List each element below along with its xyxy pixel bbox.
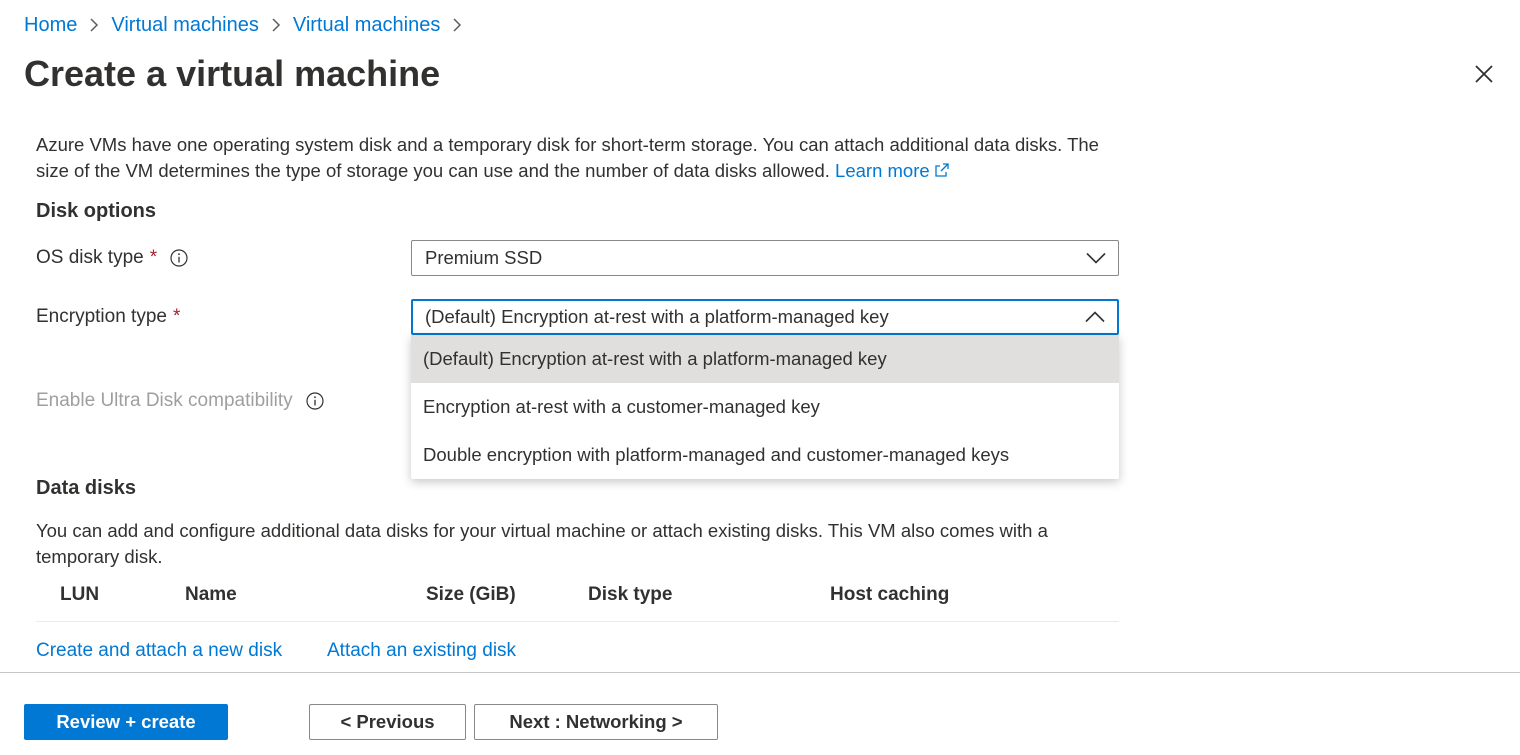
next-networking-button[interactable]: Next : Networking > bbox=[474, 704, 718, 740]
os-disk-type-label: OS disk type * bbox=[36, 247, 189, 269]
breadcrumb: Home Virtual machines Virtual machines bbox=[24, 12, 474, 38]
info-icon[interactable] bbox=[169, 248, 189, 268]
chevron-down-icon bbox=[1086, 252, 1106, 264]
attach-existing-disk-link[interactable]: Attach an existing disk bbox=[327, 640, 516, 662]
required-marker: * bbox=[172, 306, 181, 327]
info-icon[interactable] bbox=[305, 391, 325, 411]
data-disks-heading: Data disks bbox=[36, 477, 137, 499]
data-disks-table-header: LUN Name Size (GiB) Disk type Host cachi… bbox=[36, 582, 1119, 622]
review-create-button[interactable]: Review + create bbox=[24, 704, 228, 740]
column-header-size: Size (GiB) bbox=[426, 584, 516, 605]
learn-more-link[interactable]: Learn more bbox=[835, 160, 950, 181]
disk-options-heading: Disk options bbox=[36, 200, 157, 222]
column-header-name: Name bbox=[185, 584, 237, 605]
footer-divider bbox=[0, 672, 1520, 673]
data-disks-description: You can add and configure additional dat… bbox=[36, 520, 1048, 567]
chevron-right-icon bbox=[452, 18, 462, 32]
external-link-icon bbox=[934, 159, 950, 177]
previous-button[interactable]: < Previous bbox=[309, 704, 466, 740]
encryption-type-label: Encryption type * bbox=[36, 306, 181, 327]
breadcrumb-virtual-machines[interactable]: Virtual machines bbox=[111, 14, 258, 37]
column-header-disk-type: Disk type bbox=[588, 584, 673, 605]
chevron-right-icon bbox=[271, 18, 281, 32]
encryption-type-value: (Default) Encryption at-rest with a plat… bbox=[425, 306, 889, 327]
column-header-host-caching: Host caching bbox=[830, 584, 950, 605]
ultra-disk-label: Enable Ultra Disk compatibility bbox=[36, 390, 325, 412]
dropdown-option[interactable]: Double encryption with platform-managed … bbox=[411, 431, 1119, 479]
chevron-right-icon bbox=[89, 18, 99, 32]
close-icon[interactable] bbox=[1472, 62, 1496, 86]
dropdown-option[interactable]: Encryption at-rest with a customer-manag… bbox=[411, 383, 1119, 431]
encryption-type-select[interactable]: (Default) Encryption at-rest with a plat… bbox=[411, 299, 1119, 335]
os-disk-type-select[interactable]: Premium SSD bbox=[411, 240, 1119, 276]
dropdown-option[interactable]: (Default) Encryption at-rest with a plat… bbox=[411, 335, 1119, 383]
os-disk-type-value: Premium SSD bbox=[425, 247, 543, 268]
page-title: Create a virtual machine bbox=[24, 53, 441, 94]
encryption-type-dropdown: (Default) Encryption at-rest with a plat… bbox=[411, 335, 1119, 479]
breadcrumb-home[interactable]: Home bbox=[24, 14, 77, 37]
breadcrumb-virtual-machines-2[interactable]: Virtual machines bbox=[293, 14, 440, 37]
required-marker: * bbox=[149, 247, 158, 268]
create-new-disk-link[interactable]: Create and attach a new disk bbox=[36, 640, 282, 662]
intro-description: Azure VMs have one operating system disk… bbox=[36, 132, 1136, 184]
column-header-lun: LUN bbox=[60, 584, 100, 605]
chevron-up-icon bbox=[1085, 311, 1105, 323]
